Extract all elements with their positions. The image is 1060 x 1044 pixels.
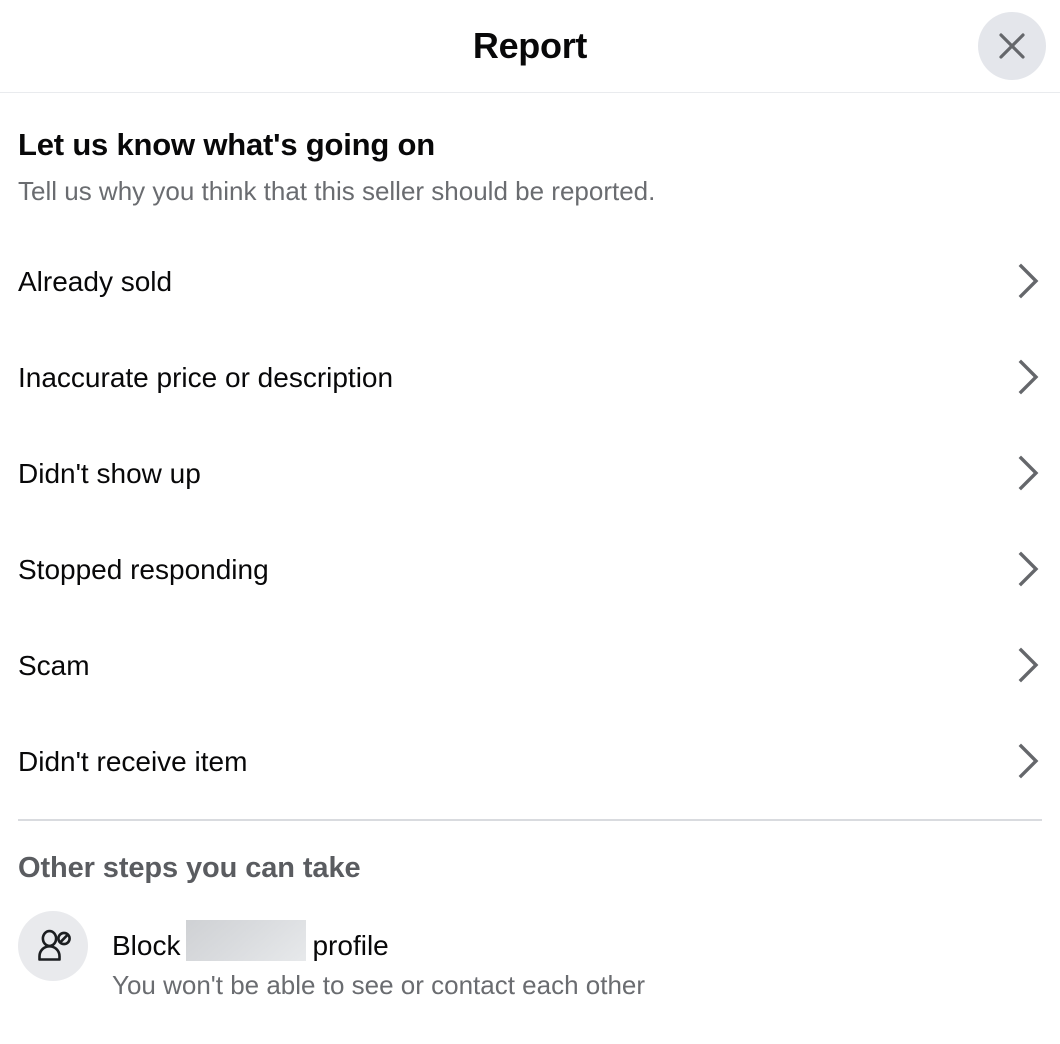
reason-row-scam[interactable]: Scam bbox=[18, 619, 1042, 715]
other-steps-title: Other steps you can take bbox=[18, 851, 361, 884]
dialog-header: Report bbox=[0, 0, 1060, 93]
reason-label: Didn't receive item bbox=[18, 746, 248, 778]
reason-row-didnt-receive-item[interactable]: Didn't receive item bbox=[18, 715, 1042, 811]
reason-label: Scam bbox=[18, 650, 90, 682]
reason-list: Already sold Inaccurate price or descrip… bbox=[0, 235, 1060, 811]
intro-section: Let us know what's going on Tell us why … bbox=[0, 93, 1060, 207]
reason-label: Already sold bbox=[18, 266, 173, 298]
intro-title: Let us know what's going on bbox=[18, 127, 436, 162]
reason-row-didnt-show-up[interactable]: Didn't show up bbox=[18, 427, 1042, 523]
chevron-right-icon bbox=[1016, 549, 1042, 592]
report-dialog: Report Let us know what's going on Tell … bbox=[0, 0, 1060, 1044]
page-title: Report bbox=[472, 25, 588, 66]
reason-row-already-sold[interactable]: Already sold bbox=[18, 235, 1042, 331]
other-steps-section: Other steps you can take Block profile Y… bbox=[0, 821, 1060, 1001]
chevron-right-icon bbox=[1016, 645, 1042, 688]
intro-subtitle: Tell us why you think that this seller s… bbox=[18, 175, 656, 206]
block-profile-subtitle: You won't be able to see or contact each… bbox=[112, 969, 646, 1000]
chevron-right-icon bbox=[1016, 357, 1042, 400]
reason-label: Didn't show up bbox=[18, 458, 201, 490]
chevron-right-icon bbox=[1016, 453, 1042, 496]
reason-label: Inaccurate price or description bbox=[18, 362, 394, 394]
chevron-right-icon bbox=[1016, 741, 1042, 784]
block-label-suffix: profile bbox=[312, 929, 389, 961]
chevron-right-icon bbox=[1016, 261, 1042, 304]
redacted-name bbox=[186, 919, 307, 961]
block-profile-title: Block profile bbox=[112, 914, 1042, 962]
block-person-icon bbox=[18, 910, 88, 981]
block-profile-action[interactable]: Block profile You won't be able to see o… bbox=[18, 910, 1042, 1001]
reason-label: Stopped responding bbox=[18, 554, 269, 586]
reason-row-stopped-responding[interactable]: Stopped responding bbox=[18, 523, 1042, 619]
close-button[interactable] bbox=[978, 12, 1046, 80]
reason-row-inaccurate-price-or-description[interactable]: Inaccurate price or description bbox=[18, 331, 1042, 427]
block-profile-text: Block profile You won't be able to see o… bbox=[112, 911, 1042, 1001]
block-label-prefix: Block bbox=[112, 929, 181, 961]
close-icon bbox=[995, 29, 1029, 63]
